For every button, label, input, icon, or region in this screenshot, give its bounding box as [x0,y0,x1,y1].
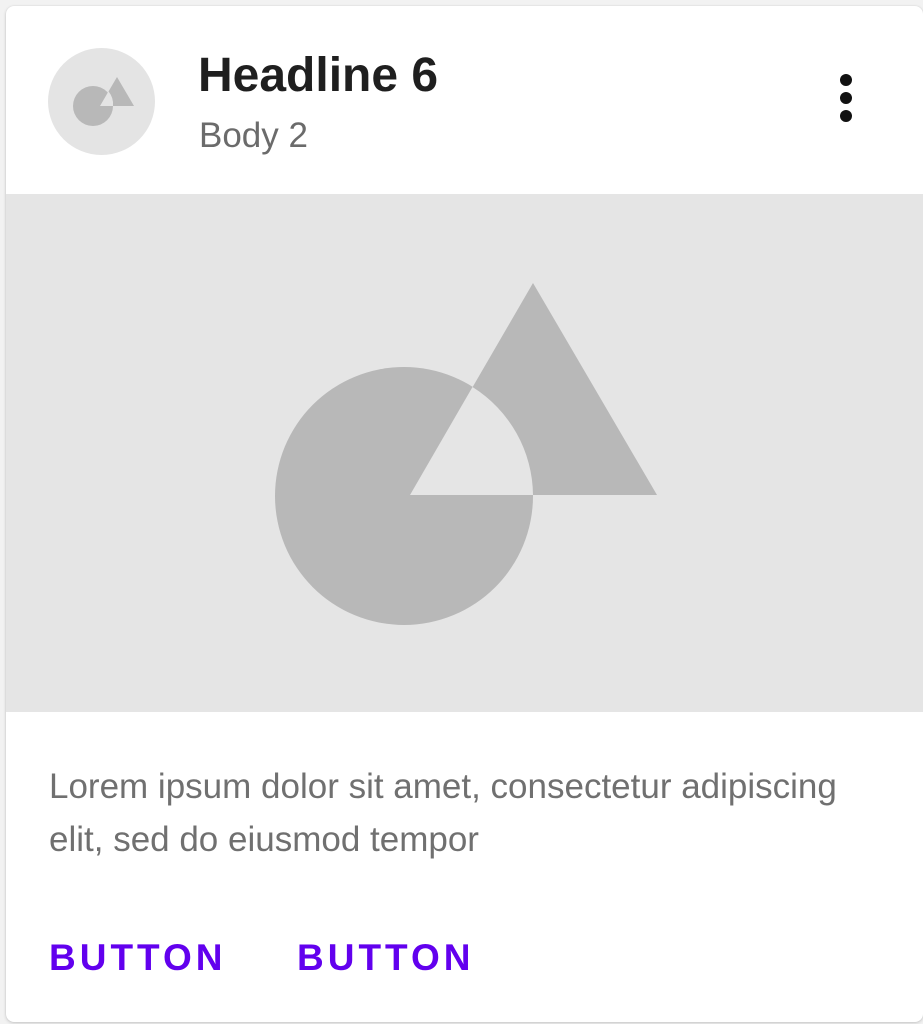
shapes-placeholder-icon [73,77,134,126]
card-subtitle: Body 2 [199,116,308,155]
more-vert-icon[interactable] [824,66,868,130]
card: Headline 6 Body 2 Lorem ipsum dolor sit … [6,6,923,1022]
card-supporting-text: Lorem ipsum dolor sit amet, consectetur … [49,767,837,859]
avatar [48,48,155,155]
action-button-1[interactable]: BUTTON [49,928,226,988]
action-button-2[interactable]: BUTTON [297,928,474,988]
card-title: Headline 6 [198,49,439,102]
shapes-placeholder-icon [275,283,657,625]
media-placeholder [6,194,923,712]
